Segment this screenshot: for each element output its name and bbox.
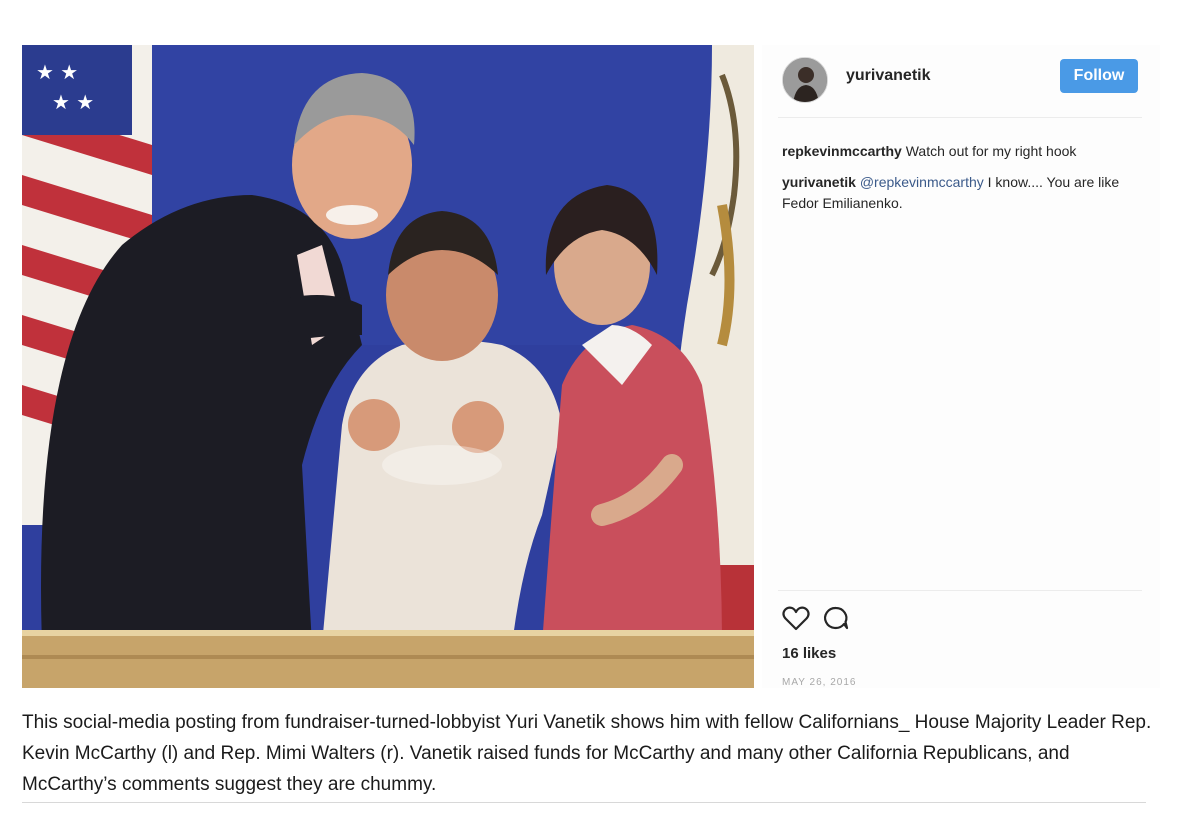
- comment-text: Watch out for my right hook: [901, 143, 1077, 159]
- photo-illustration: ★ ★ ★ ★: [22, 45, 754, 688]
- comment-username[interactable]: yurivanetik: [782, 174, 856, 190]
- heart-icon[interactable]: [782, 605, 810, 631]
- post-date: MAY 26, 2016: [782, 677, 857, 688]
- comment-icon[interactable]: [822, 605, 850, 631]
- caption-rule: [22, 802, 1146, 803]
- photo-caption: This social-media posting from fundraise…: [22, 712, 1152, 795]
- likes-count[interactable]: 16 likes: [782, 645, 836, 662]
- svg-text:★ ★: ★ ★: [52, 90, 94, 114]
- post-photo[interactable]: ★ ★ ★ ★: [22, 45, 754, 688]
- comment-list: repkevinmccarthy Watch out for my right …: [782, 141, 1122, 224]
- action-bar: [782, 605, 902, 635]
- comment-username[interactable]: repkevinmccarthy: [782, 143, 902, 159]
- comment-item: repkevinmccarthy Watch out for my right …: [782, 141, 1122, 162]
- comment-mention[interactable]: @repkevinmccarthy: [856, 174, 984, 190]
- author-username[interactable]: yurivanetik: [846, 67, 930, 85]
- avatar-image: [783, 58, 827, 102]
- comment-item: yurivanetik @repkevinmccarthy I know....…: [782, 172, 1122, 214]
- actions-divider: [778, 590, 1142, 591]
- avatar[interactable]: [782, 57, 828, 103]
- svg-text:★ ★: ★ ★: [36, 60, 78, 84]
- instagram-panel: yurivanetik Follow repkevinmccarthy Watc…: [762, 45, 1160, 688]
- header-divider: [778, 117, 1142, 118]
- follow-button[interactable]: Follow: [1060, 59, 1138, 93]
